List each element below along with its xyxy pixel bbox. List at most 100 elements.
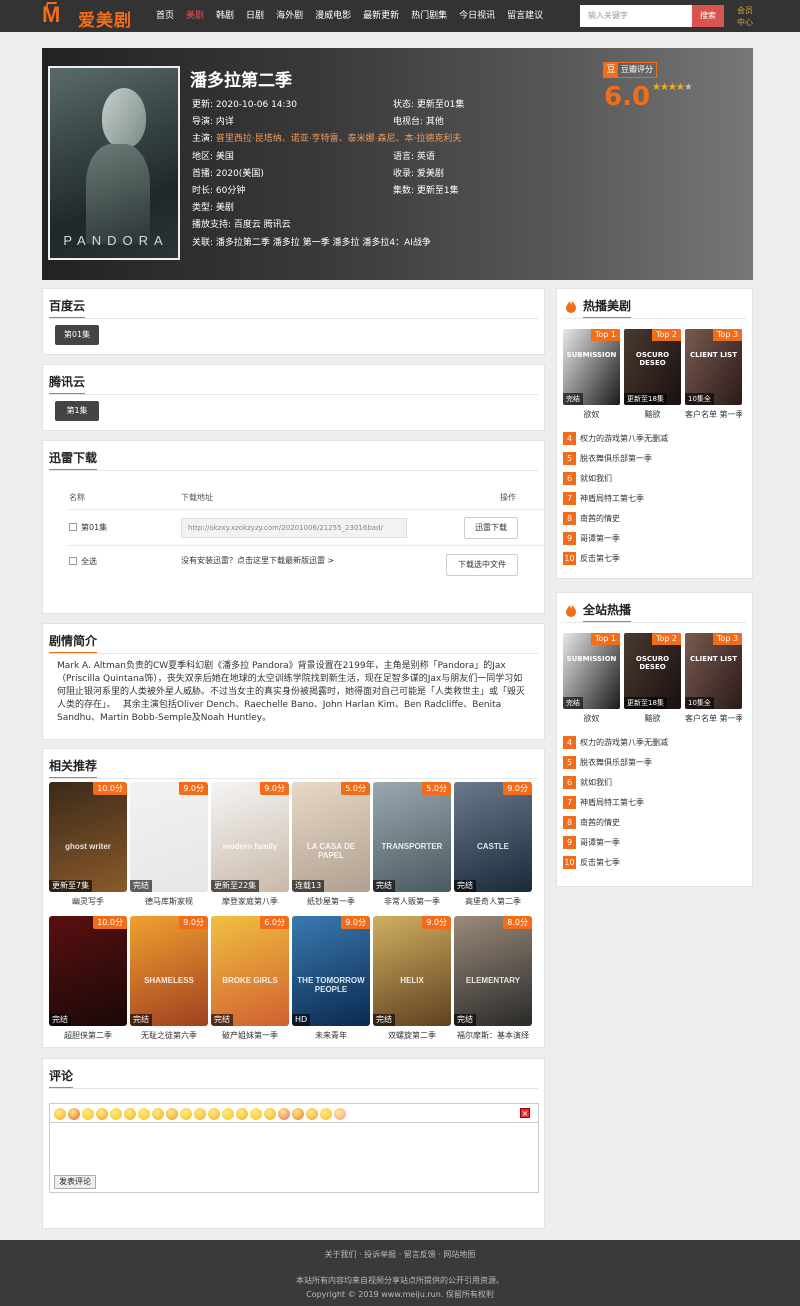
rank-list-item[interactable]: 8 南茜的情史 — [563, 512, 620, 526]
nav-item-latest-updates[interactable]: 最新更新 — [357, 0, 405, 32]
emoji-icon[interactable] — [138, 1108, 150, 1120]
show-thumbnail[interactable]: LA CASA DE PAPEL 5.0分 连载13 — [292, 782, 370, 892]
emoji-icon[interactable] — [264, 1108, 276, 1120]
top-show-card[interactable]: SUBMISSION Top 1 完结 — [563, 329, 620, 405]
show-name[interactable]: 福尔摩斯：基本演绎 — [454, 1030, 532, 1041]
rank-list-item[interactable]: 5 脱衣舞俱乐部第一季 — [563, 452, 652, 466]
rank-show-name[interactable]: 反击第七季 — [580, 554, 620, 563]
show-name[interactable]: 未来青年 — [292, 1030, 370, 1041]
emoji-icon[interactable] — [124, 1108, 136, 1120]
rank-show-name[interactable]: 就如我们 — [580, 474, 612, 483]
footer-links[interactable]: 关于我们 · 投诉举报 · 留言反馈 · 网站地图 — [0, 1249, 800, 1260]
show-name[interactable]: 摩登家庭第八季 — [211, 896, 289, 907]
rank-show-name[interactable]: 脱衣舞俱乐部第一季 — [580, 758, 652, 767]
rank-show-name[interactable]: 哥谭第一季 — [580, 534, 620, 543]
select-all-checkbox[interactable] — [69, 557, 77, 565]
nav-item-us-drama[interactable]: 美剧 — [180, 0, 210, 32]
emoji-icon[interactable] — [292, 1108, 304, 1120]
site-logo[interactable]: M 爱美剧 — [42, 4, 142, 32]
close-icon[interactable]: × — [520, 1108, 530, 1118]
episode-button[interactable]: 第01集 — [55, 325, 99, 345]
episode-button[interactable]: 第1集 — [55, 401, 99, 421]
emoji-icon[interactable] — [110, 1108, 122, 1120]
rank-show-name[interactable]: 南茜的情史 — [580, 514, 620, 523]
rank-show-name[interactable]: 权力的游戏第八季无删减 — [580, 738, 668, 747]
top-show-name[interactable]: 客户名单 第一季 — [685, 713, 742, 724]
show-name[interactable]: 非常人贩第一季 — [373, 896, 451, 907]
comment-textarea[interactable] — [49, 1122, 539, 1172]
show-name[interactable]: 德马库斯家规 — [130, 896, 208, 907]
emoji-icon[interactable] — [334, 1108, 346, 1120]
show-thumbnail[interactable]: BROKE GIRLS 6.0分 完结 — [211, 916, 289, 1026]
episode-checkbox[interactable] — [69, 523, 77, 531]
show-thumbnail[interactable]: ELEMENTARY 8.0分 完结 — [454, 916, 532, 1026]
rank-list-item[interactable]: 9 哥谭第一季 — [563, 532, 620, 546]
top-show-card[interactable]: OSCURO DESEO Top 2 更新至18集 — [624, 633, 681, 709]
show-name[interactable]: 超胆侠第二季 — [49, 1030, 127, 1041]
download-selected-button[interactable]: 下载选中文件 — [446, 554, 518, 576]
rank-show-name[interactable]: 权力的游戏第八季无删减 — [580, 434, 668, 443]
show-thumbnail[interactable]: ghost writer 10.0分 更新至7集 — [49, 782, 127, 892]
nav-item-marvel-movies[interactable]: 漫威电影 — [309, 0, 357, 32]
nav-item-today-video[interactable]: 今日视讯 — [453, 0, 501, 32]
rank-list-item[interactable]: 4 权力的游戏第八季无删减 — [563, 432, 668, 446]
emoji-icon[interactable] — [306, 1108, 318, 1120]
emoji-icon[interactable] — [166, 1108, 178, 1120]
show-thumbnail[interactable]: HELIX 9.0分 完结 — [373, 916, 451, 1026]
nav-item-japanese-drama[interactable]: 日剧 — [240, 0, 270, 32]
emoji-icon[interactable] — [152, 1108, 164, 1120]
show-thumbnail[interactable]: SHAMELESS 9.0分 完结 — [130, 916, 208, 1026]
rank-list-item[interactable]: 10 反击第七季 — [563, 856, 620, 870]
rank-show-name[interactable]: 南茜的情史 — [580, 818, 620, 827]
top-show-name[interactable]: 欲奴 — [563, 713, 620, 724]
search-button[interactable]: 搜索 — [692, 5, 724, 27]
rank-list-item[interactable]: 8 南茜的情史 — [563, 816, 620, 830]
emoji-icon[interactable] — [278, 1108, 290, 1120]
emoji-icon[interactable] — [194, 1108, 206, 1120]
nav-item-home[interactable]: 首页 — [150, 0, 180, 32]
emoji-icon[interactable] — [320, 1108, 332, 1120]
rank-list-item[interactable]: 4 权力的游戏第八季无删减 — [563, 736, 668, 750]
show-name[interactable]: 高堡奇人第二季 — [454, 896, 532, 907]
top-show-card[interactable]: OSCURO DESEO Top 2 更新至18集 — [624, 329, 681, 405]
show-name[interactable]: 无耻之徒第六季 — [130, 1030, 208, 1041]
rank-show-name[interactable]: 反击第七季 — [580, 858, 620, 867]
show-name[interactable]: 破产姐妹第一季 — [211, 1030, 289, 1041]
emoji-icon[interactable] — [54, 1108, 66, 1120]
show-thumbnail[interactable]: CASTLE 9.0分 完结 — [454, 782, 532, 892]
show-name[interactable]: 纸钞屋第一季 — [292, 896, 370, 907]
nav-item-feedback[interactable]: 留言建议 — [501, 0, 549, 32]
meta-cast-links[interactable]: 普里西拉·昆塔纳、诺亚·亨特雷、泰米娜·森尼、本·拉德克利夫 — [216, 134, 461, 144]
top-show-name[interactable]: 黯欲 — [624, 713, 681, 724]
emoji-icon[interactable] — [82, 1108, 94, 1120]
nav-item-overseas-drama[interactable]: 海外剧 — [270, 0, 309, 32]
emoji-icon[interactable] — [180, 1108, 192, 1120]
member-center-link[interactable]: 会员中心 — [737, 5, 757, 29]
emoji-icon[interactable] — [68, 1108, 80, 1120]
rank-list-item[interactable]: 7 神盾局特工第七季 — [563, 492, 644, 506]
rank-show-name[interactable]: 就如我们 — [580, 778, 612, 787]
rank-show-name[interactable]: 哥谭第一季 — [580, 838, 620, 847]
submit-comment-button[interactable]: 发表评论 — [54, 1175, 96, 1189]
meta-related-links[interactable]: 潘多拉第二季 潘多拉 第一季 潘多拉 潘多拉4：AI战争 — [216, 238, 431, 248]
search-input[interactable]: 输入关键字 — [580, 5, 692, 27]
top-show-card[interactable]: CLIENT LIST Top 3 10集全 — [685, 633, 742, 709]
rank-show-name[interactable]: 神盾局特工第七季 — [580, 798, 644, 807]
show-thumbnail[interactable]: modern family 9.0分 更新至22集 — [211, 782, 289, 892]
show-name[interactable]: 双螺旋第二季 — [373, 1030, 451, 1041]
rank-list-item[interactable]: 5 脱衣舞俱乐部第一季 — [563, 756, 652, 770]
nav-item-korean-drama[interactable]: 韩剧 — [210, 0, 240, 32]
emoji-icon[interactable] — [222, 1108, 234, 1120]
emoji-icon[interactable] — [96, 1108, 108, 1120]
emoji-icon[interactable] — [208, 1108, 220, 1120]
show-thumbnail[interactable]: TRANSPORTER 5.0分 完结 — [373, 782, 451, 892]
rank-list-item[interactable]: 6 就如我们 — [563, 776, 612, 790]
rank-show-name[interactable]: 脱衣舞俱乐部第一季 — [580, 454, 652, 463]
top-show-card[interactable]: SUBMISSION Top 1 完结 — [563, 633, 620, 709]
show-thumbnail[interactable]: 9.0分 完结 — [130, 782, 208, 892]
thunder-download-button[interactable]: 迅雷下载 — [464, 517, 518, 539]
show-thumbnail[interactable]: 10.0分 完结 — [49, 916, 127, 1026]
rank-list-item[interactable]: 10 反击第七季 — [563, 552, 620, 566]
rank-list-item[interactable]: 6 就如我们 — [563, 472, 612, 486]
download-url-field[interactable]: http://okzxy.xzokzyzy.com/20201006/21255… — [181, 518, 407, 538]
